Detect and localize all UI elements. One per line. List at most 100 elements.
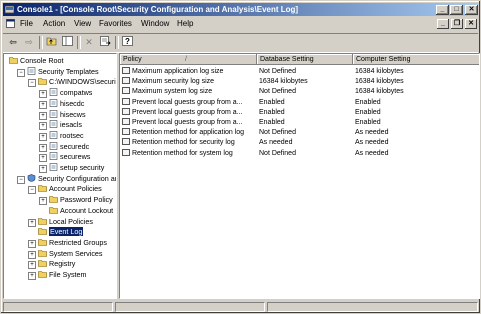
tree-node-label: iesacls [60,120,82,130]
expand-icon[interactable]: + [39,154,47,163]
expand-icon[interactable]: + [39,132,47,141]
menu-view[interactable]: View [74,19,91,28]
menu-help[interactable]: Help [177,19,193,28]
computer-setting: As needed [355,129,389,137]
tree-node-label: File System [49,270,87,279]
tree-node[interactable]: Security Templates [27,67,99,77]
collapse-icon[interactable]: − [17,175,25,184]
template-icon [49,163,60,172]
tree-node[interactable]: Password Policy [49,195,113,205]
tree-node-label: Console Root [20,56,64,65]
export-list-icon[interactable] [98,36,112,49]
list-item[interactable]: Prevent local guests group from a... Enab… [120,107,479,118]
list-item[interactable]: Maximum security log size 16384 kilobytes… [120,77,479,87]
expand-icon[interactable]: + [39,90,47,99]
folder-icon [38,77,49,86]
tree-node[interactable]: setup security [49,163,104,173]
menu-favorites[interactable]: Favorites [99,19,132,28]
child-minimize-button[interactable]: _ [437,19,449,29]
policy-name: Retention method for security log [132,139,235,147]
menu-window[interactable]: Window [141,19,169,28]
menu-action[interactable]: Action [43,19,65,28]
tree-node[interactable]: System Services [38,249,103,259]
tree-node[interactable]: C:\WINDOWS\securi [38,77,116,87]
tree-node[interactable]: Security Configuration ar [27,173,116,184]
tree-node-label: setup security [60,163,105,172]
list-item[interactable]: Retention method for system log Not Defin… [120,148,479,159]
list-item[interactable]: Maximum application log size Not Defined 1… [120,67,479,77]
window-title: Console1 - [Console Root\Security Config… [17,5,299,14]
expand-icon[interactable]: + [28,218,36,227]
child-close-button[interactable]: ✕ [465,19,477,29]
policy-name: Retention method for system log [132,149,233,157]
template-icon [49,152,60,161]
list-item[interactable]: Prevent local guests group from a... Enab… [120,97,479,108]
column-header-policy[interactable]: Policy / [120,54,257,65]
expand-icon[interactable]: + [39,165,47,173]
delete-icon[interactable]: ✕ [82,36,96,49]
tree-node[interactable]: Account Lockout [49,206,113,216]
expand-icon[interactable]: + [28,261,36,270]
tree-node[interactable]: iesacls [49,120,82,130]
details-pane[interactable]: Policy / Database Setting Computer Setti… [119,53,480,299]
folder-icon [38,217,49,226]
expand-icon[interactable]: + [39,143,47,152]
expand-icon[interactable]: + [39,122,47,131]
database-setting: 16384 kilobytes [259,78,308,86]
console-tree-pane[interactable]: Console Root − Security Templates − C:\WINDO… [3,53,117,299]
tree-node-label: Account Policies [49,184,102,194]
tree-node[interactable]: Console Root [9,56,64,66]
back-icon[interactable]: ⇦ [6,36,20,49]
title-bar[interactable]: Console1 - [Console Root\Security Config… [3,3,478,16]
column-header-database-setting[interactable]: Database Setting [257,54,353,65]
maximize-button[interactable]: □ [450,5,463,15]
tree-node[interactable]: compatws [49,88,92,98]
collapse-icon[interactable]: − [28,79,36,88]
tree-node[interactable]: securedc [49,142,89,152]
tree-node[interactable]: hisecdc [49,99,84,109]
folder-icon [49,195,60,204]
expand-icon[interactable]: + [28,250,36,259]
policy-icon [122,107,130,115]
list-item[interactable]: Prevent local guests group from a... Enab… [120,118,479,128]
show-hide-tree-icon[interactable] [60,36,74,49]
tree-node-label: C:\WINDOWS\securi [49,77,116,87]
help-icon[interactable]: ? [120,36,134,49]
expand-icon[interactable]: + [39,100,47,109]
list-item[interactable]: Retention method for application log Not … [120,128,479,138]
list-item[interactable]: Retention method for security log As need… [120,138,479,148]
forward-icon[interactable]: ⇨ [22,36,36,49]
status-bar [3,301,478,313]
tree-node[interactable]: File System [38,270,87,280]
expand-icon[interactable]: + [28,239,36,248]
tree-node-label: securews [60,152,91,162]
child-window-icon[interactable] [6,19,15,28]
list-item[interactable]: Maximum system log size Not Defined 16384 … [120,87,479,97]
tree-node[interactable]: Restricted Groups [38,238,107,248]
expand-icon[interactable]: + [28,272,36,280]
shield-icon [27,173,38,183]
close-button[interactable]: ✕ [465,5,478,15]
minimize-button[interactable]: _ [436,5,449,15]
menu-file[interactable]: File [20,19,33,28]
tree-node[interactable]: hisecws [49,110,86,120]
policy-icon [122,118,130,125]
collapse-icon[interactable]: − [28,186,36,195]
expand-icon[interactable]: + [39,197,47,206]
tree-node[interactable]: rootsec [49,131,84,141]
tree-node[interactable]: Registry [38,259,75,269]
policy-name: Maximum application log size [132,68,224,75]
up-level-icon[interactable] [44,36,58,49]
expand-icon[interactable]: + [39,111,47,120]
policy-name: Maximum system log size [132,88,213,96]
column-header-computer-setting[interactable]: Computer Setting [353,54,479,65]
tree-node[interactable]: securews [49,152,90,162]
tree-node[interactable]: Account Policies [38,184,102,194]
policy-icon [122,97,130,105]
child-restore-button[interactable]: ❐ [451,19,463,29]
tree-node[interactable]: Event Log [38,227,84,237]
tree-node[interactable]: Local Policies [38,217,93,227]
folder-icon [9,56,20,65]
collapse-icon[interactable]: − [17,68,25,77]
database-setting: Enabled [259,98,285,106]
